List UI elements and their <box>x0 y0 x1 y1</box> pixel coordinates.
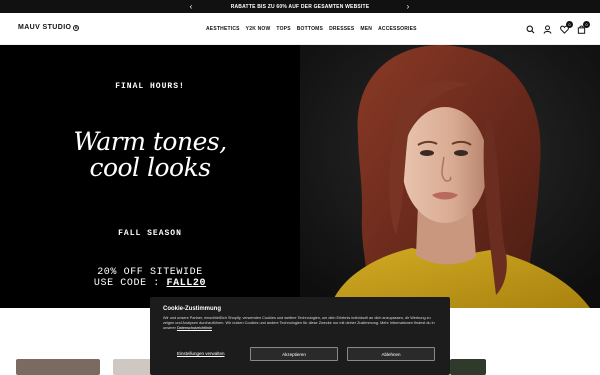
hero-headline-line2: cool looks <box>89 153 211 182</box>
hero-offer-line2: USE CODE : FALL20 <box>0 278 300 289</box>
logo-text: MAUV STUDIO <box>18 24 72 31</box>
announcement-prev-icon[interactable]: ‹ <box>184 0 198 13</box>
decline-button[interactable]: Ablehnen <box>347 347 435 361</box>
site-header: MAUV STUDIO R AESTHETICS Y2K NOW TOPS BO… <box>0 13 600 45</box>
nav-item-bottoms[interactable]: BOTTOMS <box>297 26 323 32</box>
nav-item-y2k-now[interactable]: Y2K NOW <box>246 26 271 32</box>
product-card[interactable] <box>16 359 100 375</box>
wishlist-count-badge: 0 <box>566 21 573 28</box>
search-icon[interactable] <box>525 24 535 34</box>
main-nav: AESTHETICS Y2K NOW TOPS BOTTOMS DRESSES … <box>206 26 417 32</box>
announcement-bar: ‹ RABATTE BIS ZU 60% AUF DER GESAMTEN WE… <box>0 0 600 13</box>
privacy-policy-link[interactable]: Datenschutzrichtlinie <box>177 326 212 330</box>
registered-mark-icon: R <box>73 24 80 31</box>
hero-headline: Warm tones, cool looks <box>0 129 300 181</box>
hero-model-photo <box>300 45 600 308</box>
cookie-text: Wir und unsere Partner, einschließlich S… <box>163 316 439 331</box>
cookie-actions: Einstellungen verwalten Akzeptieren Able… <box>163 347 439 361</box>
hero-banner[interactable]: FINAL HOURS! Warm tones, cool looks FALL… <box>0 45 600 308</box>
model-portrait-image <box>300 45 600 308</box>
cookie-consent-dialog: Cookie-Zustimmung Wir und unsere Partner… <box>150 297 450 375</box>
announcement-message[interactable]: RABATTE BIS ZU 60% AUF DER GESAMTEN WEBS… <box>231 4 370 10</box>
hero-kicker: FINAL HOURS! <box>115 82 185 91</box>
promo-code: FALL20 <box>166 278 207 289</box>
nav-item-accessories[interactable]: ACCESSORIES <box>378 26 417 32</box>
accept-button[interactable]: Akzeptieren <box>250 347 338 361</box>
hero-promo-panel: FINAL HOURS! Warm tones, cool looks FALL… <box>0 45 300 308</box>
header-icons: 0 0 <box>525 21 590 34</box>
hero-headline-line1: Warm tones, <box>73 127 227 156</box>
nav-item-aesthetics[interactable]: AESTHETICS <box>206 26 240 32</box>
site-logo[interactable]: MAUV STUDIO R <box>18 24 80 31</box>
hero-season: FALL SEASON <box>118 229 182 238</box>
hero-offer-line1: 20% OFF SITEWIDE <box>97 267 203 278</box>
nav-item-men[interactable]: MEN <box>360 26 372 32</box>
wishlist-icon[interactable]: 0 <box>559 21 573 34</box>
nav-item-tops[interactable]: TOPS <box>276 26 290 32</box>
manage-preferences-link[interactable]: Einstellungen verwalten <box>177 351 225 356</box>
hero-offer: 20% OFF SITEWIDE USE CODE : FALL20 <box>0 267 300 289</box>
announcement-next-icon[interactable]: › <box>401 0 415 13</box>
product-card[interactable] <box>113 359 153 375</box>
cart-icon[interactable]: 0 <box>576 21 590 34</box>
hero-offer-prefix: USE CODE : <box>93 278 167 289</box>
product-card[interactable] <box>450 359 486 375</box>
cookie-title: Cookie-Zustimmung <box>163 306 221 312</box>
nav-item-dresses[interactable]: DRESSES <box>329 26 354 32</box>
account-icon[interactable] <box>542 24 552 34</box>
cart-count-badge: 0 <box>583 21 590 28</box>
